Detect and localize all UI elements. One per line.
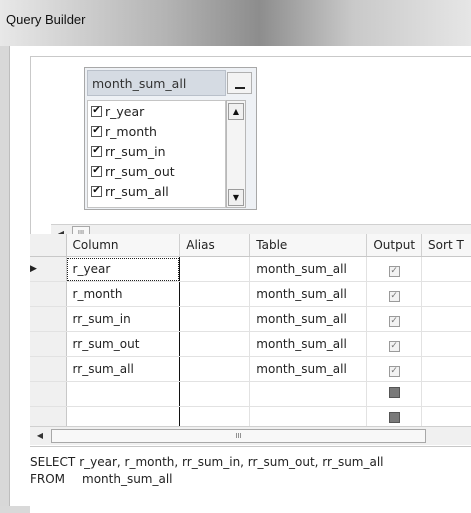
header-column[interactable]: Column: [66, 234, 181, 257]
cell-alias[interactable]: [179, 381, 251, 407]
cell-sort-type[interactable]: [421, 256, 471, 282]
cell-column[interactable]: rr_sum_in: [66, 306, 181, 332]
cell-output[interactable]: ✓: [366, 306, 423, 332]
query-builder-client: month_sum_all ✔ r_year ✔ r_month ✔ rr_su…: [9, 46, 471, 513]
column-item-label: r_month: [105, 123, 157, 139]
cell-output[interactable]: ✓: [366, 356, 423, 382]
column-item-label: rr_sum_all: [105, 183, 169, 199]
table-box[interactable]: month_sum_all ✔ r_year ✔ r_month ✔ rr_su…: [84, 67, 257, 210]
cell-column[interactable]: r_year: [66, 256, 181, 282]
cell-sort-type[interactable]: [421, 331, 471, 357]
cell-column[interactable]: rr_sum_out: [66, 331, 181, 357]
column-checkbox[interactable]: ✔: [91, 165, 102, 177]
cell-sort-type[interactable]: [421, 281, 471, 307]
criteria-grid[interactable]: Column Alias Table Output Sort T ▶ r_yea…: [30, 234, 471, 444]
cell-sort-type[interactable]: [421, 306, 471, 332]
column-item[interactable]: ✔ r_year: [88, 101, 225, 121]
cell-table[interactable]: month_sum_all: [249, 306, 368, 332]
sql-select-keyword: SELECT: [30, 454, 76, 469]
sql-from-keyword: FROM: [30, 471, 66, 486]
output-checkbox[interactable]: ✓: [388, 265, 400, 277]
cell-alias[interactable]: [179, 256, 251, 282]
minimize-button[interactable]: [227, 72, 252, 94]
cell-alias[interactable]: [179, 331, 251, 357]
cell-table[interactable]: month_sum_all: [249, 331, 368, 357]
sql-select-columns: r_year, r_month, rr_sum_in, rr_sum_out, …: [79, 454, 384, 469]
output-checkbox[interactable]: ✓: [388, 290, 400, 302]
table-column-list[interactable]: ✔ r_year ✔ r_month ✔ rr_sum_in ✔ rr_sum_…: [87, 100, 226, 208]
cell-output[interactable]: ✓: [366, 281, 423, 307]
table-row[interactable]: rr_sum_in month_sum_all ✓: [30, 306, 471, 332]
scroll-up-arrow-icon[interactable]: ▲: [228, 103, 244, 120]
table-box-header[interactable]: month_sum_all: [87, 70, 226, 96]
table-row[interactable]: rr_sum_all month_sum_all ✓: [30, 356, 471, 382]
sql-from-table: month_sum_all: [82, 471, 173, 486]
table-box-title: month_sum_all: [92, 76, 187, 91]
column-item[interactable]: ✔ rr_sum_all: [88, 181, 225, 201]
cell-sort-type[interactable]: [421, 381, 471, 407]
row-header[interactable]: [30, 306, 67, 332]
row-header[interactable]: [30, 356, 67, 382]
cell-table[interactable]: month_sum_all: [249, 356, 368, 382]
output-checkbox[interactable]: ✓: [388, 340, 400, 352]
column-checkbox[interactable]: ✔: [91, 105, 102, 117]
cell-output[interactable]: ✓: [366, 331, 423, 357]
row-header-corner: [30, 234, 67, 257]
cell-table[interactable]: [249, 381, 368, 407]
column-item[interactable]: ✔ r_month: [88, 121, 225, 141]
title-bar[interactable]: Query Builder: [0, 0, 471, 46]
diagram-pane[interactable]: month_sum_all ✔ r_year ✔ r_month ✔ rr_su…: [30, 56, 471, 255]
column-checkbox[interactable]: ✔: [91, 145, 102, 157]
cell-output[interactable]: ✓: [366, 256, 423, 282]
cell-sort-type[interactable]: [421, 356, 471, 382]
cell-output[interactable]: [366, 381, 423, 407]
grid-horizontal-scrollbar[interactable]: ◀ III: [30, 426, 471, 445]
cell-alias[interactable]: [179, 281, 251, 307]
header-sort-type[interactable]: Sort T: [421, 234, 471, 257]
output-checkbox[interactable]: [388, 387, 400, 398]
cell-table[interactable]: month_sum_all: [249, 281, 368, 307]
output-checkbox[interactable]: ✓: [388, 315, 400, 327]
sql-select-line: SELECT r_year, r_month, rr_sum_in, rr_su…: [30, 453, 471, 470]
row-header[interactable]: [30, 331, 67, 357]
column-checkbox[interactable]: ✔: [91, 125, 102, 137]
window-title: Query Builder: [6, 12, 86, 27]
grid-header-row: Column Alias Table Output Sort T: [30, 234, 471, 257]
output-checkbox[interactable]: [388, 412, 400, 423]
column-item[interactable]: ✔ rr_sum_in: [88, 141, 225, 161]
cell-column[interactable]: [66, 381, 181, 407]
table-row[interactable]: ▶ r_year month_sum_all ✓: [30, 256, 471, 282]
sql-pane[interactable]: SELECT r_year, r_month, rr_sum_in, rr_su…: [30, 446, 471, 513]
row-header[interactable]: [30, 281, 67, 307]
cell-alias[interactable]: [179, 356, 251, 382]
scroll-down-arrow-icon[interactable]: ▼: [228, 189, 244, 206]
window-frame: [0, 46, 9, 506]
cell-table[interactable]: month_sum_all: [249, 256, 368, 282]
column-item-label: rr_sum_out: [105, 163, 175, 179]
table-row[interactable]: rr_sum_out month_sum_all ✓: [30, 331, 471, 357]
column-item-label: r_year: [105, 103, 145, 119]
cell-column[interactable]: r_month: [66, 281, 181, 307]
table-row[interactable]: r_month month_sum_all ✓: [30, 281, 471, 307]
scrollbar-thumb[interactable]: III: [51, 429, 426, 443]
header-table[interactable]: Table: [249, 234, 368, 257]
cell-column[interactable]: rr_sum_all: [66, 356, 181, 382]
header-output[interactable]: Output: [366, 234, 423, 257]
table-row[interactable]: [30, 381, 471, 407]
cell-alias[interactable]: [179, 306, 251, 332]
column-item[interactable]: ✔ rr_sum_out: [88, 161, 225, 181]
column-item-label: rr_sum_in: [105, 143, 166, 159]
header-alias[interactable]: Alias: [179, 234, 251, 257]
current-row-arrow-icon[interactable]: ▶: [30, 256, 67, 282]
scroll-left-arrow-icon[interactable]: ◀: [32, 428, 48, 443]
sql-from-line: FROM month_sum_all: [30, 470, 471, 487]
output-checkbox[interactable]: ✓: [388, 365, 400, 377]
row-header[interactable]: [30, 381, 67, 407]
table-list-scrollbar[interactable]: ▲ ▼: [226, 100, 246, 208]
column-checkbox[interactable]: ✔: [91, 185, 102, 197]
